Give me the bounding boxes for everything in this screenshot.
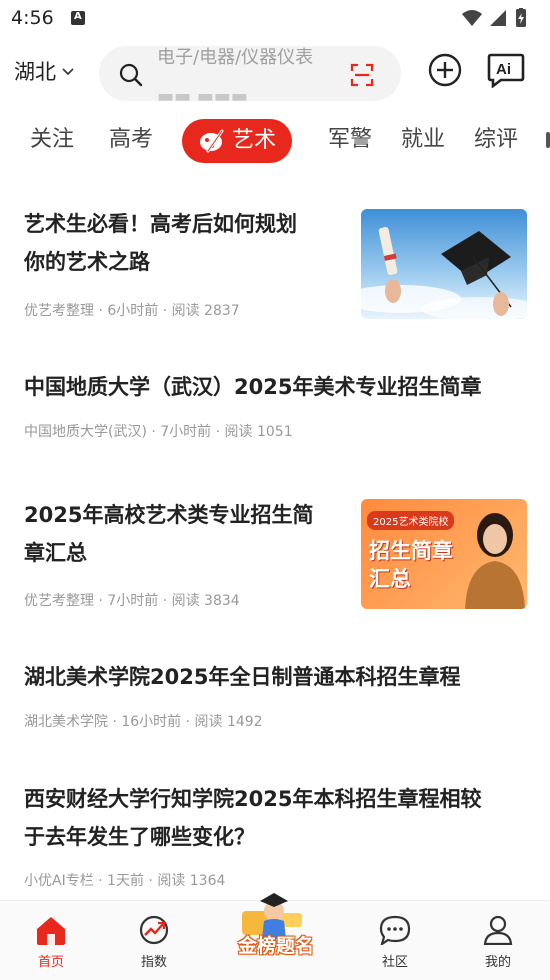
search-icon: [119, 63, 143, 87]
nav-community[interactable]: 社区: [360, 915, 430, 970]
graduation-cap-image: [361, 209, 527, 319]
search-placeholder-next: ▬▬ ▬▬▬: [157, 86, 248, 101]
article-meta: 优艺考整理 · 7小时前 · 阅读 3834: [24, 593, 240, 609]
article-title: 艺术生必看！高考后如何规划 你的艺术之路: [24, 205, 344, 281]
status-time: 4:56: [11, 7, 54, 29]
article-title-line: 于去年发生了哪些变化？: [24, 825, 255, 849]
trend-chart-icon: [139, 915, 169, 945]
ai-assistant-icon[interactable]: Ai: [487, 52, 525, 88]
notification-letter: A: [74, 11, 82, 22]
nav-community-label: 社区: [381, 955, 408, 970]
wifi-signal-battery-icon: [462, 7, 526, 27]
article-meta: 优艺考整理 · 6小时前 · 阅读 2837: [24, 303, 240, 319]
article-title-line: 艺术生必看！高考后如何规划: [24, 212, 297, 236]
article-title: 西安财经大学行知学院2025年本科招生章程相较 于去年发生了哪些变化？: [24, 780, 544, 856]
article-meta: 小优AI专栏 · 1天前 · 阅读 1364: [24, 873, 226, 889]
tab-gaokao[interactable]: 高考: [109, 118, 153, 164]
article-title: 湖北美术学院2025年全日制普通本科招生章程: [24, 665, 461, 689]
chevron-down-icon: [62, 68, 74, 76]
center-badge-text: 金榜题名: [237, 935, 314, 957]
palette-brush-icon: [198, 127, 226, 155]
article-title-line: 你的艺术之路: [24, 250, 150, 274]
tab-art[interactable]: 艺术: [182, 119, 293, 163]
article-thumbnail: 2025艺术类院校 招生简章 汇总: [361, 499, 527, 609]
article-card[interactable]: 中国地质大学（武汉）2025年美术专业招生简章 中国地质大学(武汉) · 7小时…: [0, 360, 550, 460]
search-placeholder: 电子/电器/仪器仪表: [157, 47, 314, 68]
tab-follow[interactable]: 关注: [30, 118, 74, 164]
student-photo: [465, 513, 525, 609]
article-meta: 中国地质大学(武汉) · 7小时前 · 阅读 1051: [24, 424, 293, 440]
svg-text:Ai: Ai: [496, 61, 511, 78]
scan-icon[interactable]: [350, 63, 374, 87]
tab-employment[interactable]: 就业: [401, 118, 445, 164]
add-icon[interactable]: [428, 53, 462, 87]
notification-a-icon: A: [71, 11, 85, 25]
tab-military[interactable]: 军警: [328, 118, 372, 164]
bottom-navigation: 首页 指数 金榜题名 社区 我的: [0, 893, 550, 980]
nav-home-label: 首页: [37, 955, 64, 970]
article-card[interactable]: 2025年高校艺术类专业招生简 章汇总 优艺考整理 · 7小时前 · 阅读 38…: [0, 490, 550, 630]
chat-bubble-icon: [379, 915, 411, 947]
article-title-line: 西安财经大学行知学院2025年本科招生章程相较: [24, 787, 482, 811]
thumb-badge: 2025艺术类院校: [367, 511, 455, 530]
search-input[interactable]: 电子/电器/仪器仪表 ▬▬ ▬▬▬: [99, 46, 401, 101]
article-title: 2025年高校艺术类专业招生简 章汇总: [24, 496, 354, 572]
status-bar: 4:56 A: [0, 0, 550, 36]
status-indicators: [460, 7, 540, 28]
nav-center-badge[interactable]: 金榜题名: [234, 887, 316, 971]
home-icon: [37, 917, 65, 945]
article-card[interactable]: 湖北美术学院2025年全日制普通本科招生章程 湖北美术学院 · 16小时前 · …: [0, 650, 550, 750]
article-thumbnail: [361, 209, 527, 319]
thumb-title-line: 汇总: [369, 567, 411, 591]
user-profile-icon: [483, 915, 513, 946]
location-label: 湖北: [14, 60, 56, 84]
thumb-title-line: 招生简章: [369, 539, 453, 563]
location-selector[interactable]: 湖北: [14, 56, 74, 86]
article-meta: 湖北美术学院 · 16小时前 · 阅读 1492: [24, 714, 263, 730]
article-card[interactable]: 艺术生必看！高考后如何规划 你的艺术之路 优艺考整理 · 6小时前 · 阅读 2…: [0, 200, 550, 340]
tab-review[interactable]: 综评: [474, 118, 518, 164]
nav-index-label: 指数: [140, 955, 167, 970]
tab-art-label: 艺术: [232, 128, 277, 153]
article-title: 中国地质大学（武汉）2025年美术专业招生简章: [24, 375, 482, 399]
article-title-line: 章汇总: [24, 541, 87, 565]
nav-mine[interactable]: 我的: [463, 915, 533, 970]
article-title-line: 2025年高校艺术类专业招生简: [24, 503, 314, 527]
nav-mine-label: 我的: [484, 955, 511, 970]
article-card[interactable]: 西安财经大学行知学院2025年本科招生章程相较 于去年发生了哪些变化？ 小优AI…: [0, 780, 550, 900]
nav-index[interactable]: 指数: [119, 915, 189, 970]
tab-overflow[interactable]: [546, 118, 550, 164]
nav-home[interactable]: 首页: [16, 915, 86, 970]
category-tabs: 关注 高考 艺术 军警 就业 综评: [0, 118, 550, 164]
